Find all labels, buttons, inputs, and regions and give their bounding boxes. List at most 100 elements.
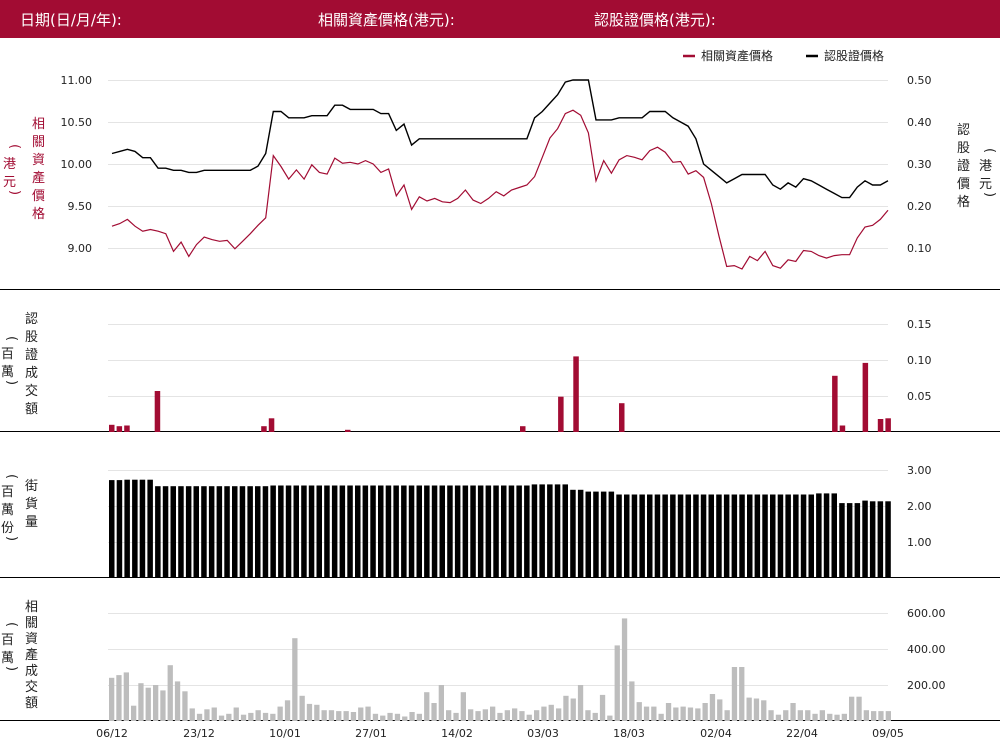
underlying-turnover-bar [849,696,855,721]
y-tick-label: 400.00 [907,643,946,656]
axis-unit-char: ) [4,666,19,671]
outstanding-bar [362,485,369,578]
outstanding-bar [493,485,499,578]
underlying-turnover-bar [240,714,247,721]
underlying-turnover-bar [123,672,129,721]
outstanding-bar [862,500,868,578]
outstanding-bar [431,485,438,578]
warrant-turnover-ticks: 0.15 0.10 0.05 [907,318,932,403]
axis-unit-char: 百 [1,633,14,648]
outstanding-bar [654,494,661,578]
warrant-price-line [111,79,889,199]
axis-unit-char: 萬 [1,651,14,666]
outstanding-ticks: 3.00 2.00 1.00 [907,464,932,549]
outstanding-bar [316,485,322,578]
axis-unit-char: ( [4,336,19,341]
underlying-turnover-bar [314,704,320,721]
outstanding-bar [631,494,638,578]
underlying-turnover-bar [651,706,657,721]
outstanding-bar [193,486,199,578]
underlying-turnover-bar [827,713,833,721]
outstanding-bar [670,494,676,578]
underlying-turnover-bar [380,715,386,721]
underlying-turnover-bar [211,707,217,721]
left-title-char: 關 [32,135,45,150]
underlying-turnover-bar [277,706,283,721]
underlying-turnover-bar [416,713,422,721]
y-tick-label: 0.20 [907,200,932,213]
axis-title-char: 認 [25,311,38,327]
underlying-turnover-bar [204,709,210,721]
underlying-turnover-bar [556,708,562,721]
date-label: 日期(日/月/年): [20,11,122,29]
outstanding-bar [777,494,784,578]
underlying-turnover-bar [255,710,261,721]
underlying-turnover-bar [233,707,239,721]
y-tick-label: 0.15 [907,318,932,331]
axis-title-char: 股 [25,330,38,345]
axis-title-char: 相 [25,600,38,615]
outstanding-bar [739,494,745,578]
underlying-turnover-bar [167,665,173,721]
y-tick-label: 1.00 [907,536,932,549]
left-unit-char: ) [7,190,22,195]
outstanding-bar [339,485,346,578]
outstanding-bar [109,480,115,578]
underlying-turnover-bar [878,711,884,721]
x-tick-label: 27/01 [355,727,387,740]
outstanding-bar [854,503,861,578]
axis-title-char: 關 [25,616,38,631]
outstanding-bar [877,501,884,578]
y-tick-label: 0.10 [907,354,932,367]
underlying-turnover-bar [387,712,393,721]
outstanding-bar [516,485,522,578]
outstanding-bar [147,479,153,578]
outstanding-bar [439,485,445,578]
y-tick-label: 0.10 [907,242,932,255]
outstanding-bar [132,479,138,578]
legend-label-warrant: 認股證價格 [824,48,884,63]
underlying-turnover-bar [841,713,847,721]
right-unit-char: 港 [979,159,992,174]
outstanding-bar [262,486,269,578]
outstanding-bar [178,486,184,578]
underlying-turnover-bar [270,713,276,721]
right-title-char: 認 [957,122,970,138]
underlying-turnover-bar [394,713,401,721]
outstanding-bar [708,494,714,578]
underlying-turnover-bar [548,704,554,721]
axis-unit-char: 百 [1,347,14,362]
outstanding-bar [485,485,492,578]
outstanding-bar [408,485,415,578]
right-title-char: 股 [957,141,970,156]
underlying-turnover-bar [585,710,591,721]
warrant-turnover-bar [877,419,884,432]
underlying-turnover-bar [153,685,159,721]
warrant-turnover-bar [885,418,891,432]
underlying-turnover-bar [343,711,349,721]
y-tick-label: 10.00 [61,158,93,171]
outstanding-bar [831,493,837,578]
outstanding-bar [355,485,361,578]
price-left-ticks: 11.00 10.50 10.00 9.50 9.00 [61,74,93,255]
underlying-turnover-bar [702,703,708,721]
axis-title-char: 產 [25,647,38,663]
y-tick-label: 0.30 [907,158,932,171]
left-title-char: 資 [32,153,45,168]
outstanding-bar [747,494,753,578]
underlying-turnover-bar [695,708,701,721]
y-tick-label: 0.05 [907,390,932,403]
underlying-turnover-bar [665,703,672,721]
legend-label-underlying: 相關資產價格 [701,48,773,63]
underlying-turnover-bar [577,685,584,721]
x-tick-label: 23/12 [183,727,215,740]
underlying-turnover-bar [196,713,203,721]
outstanding-bar [224,486,230,578]
price-right-axis-title: 認 股 證 價 格 ( 港 元 ) [957,122,997,210]
underlying-turnover-bar [145,687,151,721]
underlying-turnover-bar [570,698,576,721]
outstanding-bar [347,485,353,578]
underlying-turnover-bar [248,712,254,721]
axis-title-char: 額 [25,696,38,711]
outstanding-bar [524,485,530,578]
